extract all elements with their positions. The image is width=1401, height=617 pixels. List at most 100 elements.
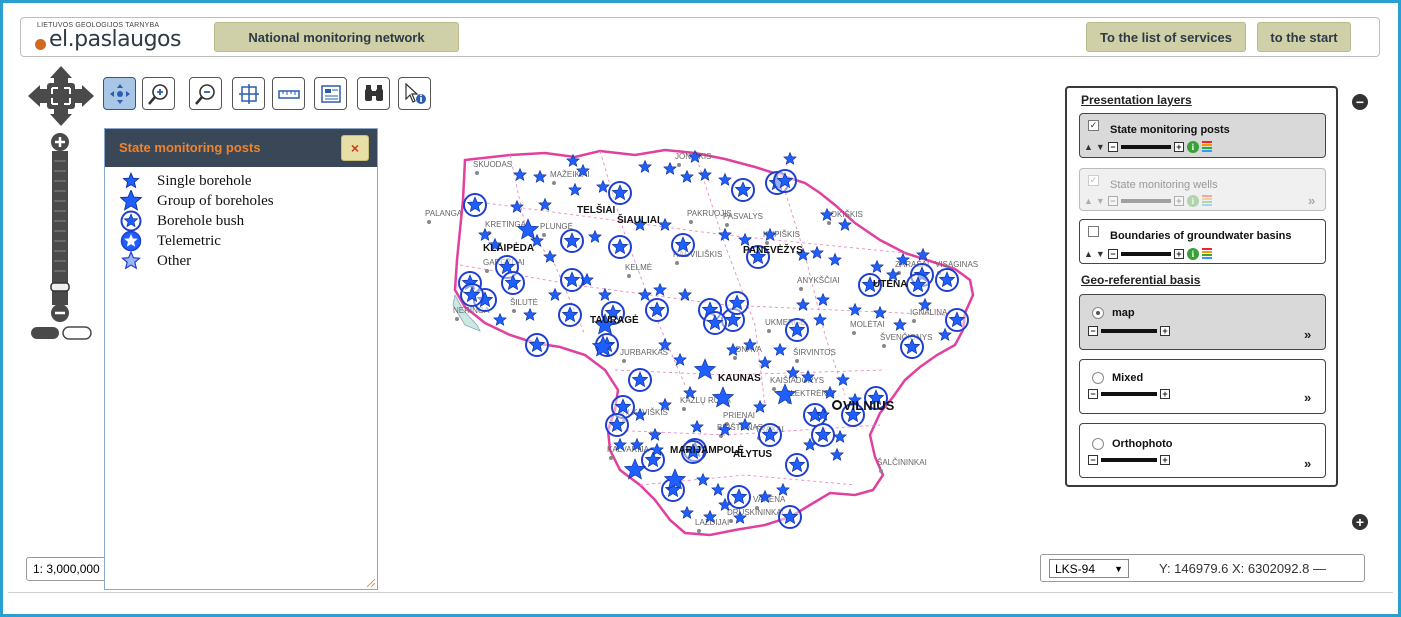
pan-right-button[interactable] xyxy=(75,85,94,107)
layer-checkbox[interactable]: ✓ xyxy=(1088,120,1099,131)
monitoring-post-marker[interactable] xyxy=(703,311,727,335)
monitoring-post-marker[interactable] xyxy=(608,181,632,205)
layer-checkbox[interactable]: ✓ xyxy=(1088,175,1099,186)
layer-checkbox[interactable] xyxy=(1088,226,1099,237)
opacity-slider[interactable] xyxy=(1101,458,1157,462)
base-orthophoto[interactable]: Orthophoto − + » xyxy=(1079,423,1326,478)
expand-chevron-icon[interactable]: » xyxy=(1304,456,1311,471)
monitoring-post-marker[interactable] xyxy=(731,178,755,202)
monitoring-post-marker[interactable] xyxy=(463,193,487,217)
services-button[interactable]: To the list of services xyxy=(1086,22,1246,52)
base-radio[interactable] xyxy=(1092,307,1104,319)
move-up-icon[interactable]: ▲ xyxy=(1084,142,1093,152)
pan-tool-button[interactable] xyxy=(103,77,136,110)
monitoring-post-marker[interactable] xyxy=(628,368,652,392)
zoom-out-tool-button[interactable] xyxy=(189,77,222,110)
logo[interactable]: LIETUVOS GEOLOGIJOS TARNYBA el.paslaugos xyxy=(31,20,221,56)
measure-tool-button[interactable] xyxy=(272,77,305,110)
move-down-icon[interactable]: ▼ xyxy=(1096,142,1105,152)
monitoring-post-marker[interactable] xyxy=(785,318,809,342)
monitoring-post-marker[interactable] xyxy=(727,485,751,509)
pan-left-button[interactable] xyxy=(28,85,47,107)
info-icon[interactable]: i xyxy=(1186,248,1199,260)
pan-down-button[interactable] xyxy=(50,109,72,126)
monitoring-post-marker[interactable] xyxy=(945,308,969,332)
legend-header[interactable]: State monitoring posts × xyxy=(105,129,377,167)
zoom-slider[interactable] xyxy=(50,133,70,323)
monitoring-post-marker[interactable] xyxy=(671,233,695,257)
opacity-increase-icon[interactable]: + xyxy=(1160,389,1170,399)
base-map[interactable]: map − + » xyxy=(1079,294,1326,350)
legend-list-icon[interactable] xyxy=(1201,195,1212,207)
monitoring-post-marker[interactable] xyxy=(560,229,584,253)
move-down-icon[interactable]: ▼ xyxy=(1096,249,1105,259)
opacity-increase-icon[interactable]: + xyxy=(1173,196,1184,206)
legend-close-button[interactable]: × xyxy=(341,135,369,161)
monitoring-post-marker[interactable] xyxy=(558,303,582,327)
legend-list-icon[interactable] xyxy=(1201,141,1212,153)
start-button[interactable]: to the start xyxy=(1257,22,1351,52)
monitoring-post-marker[interactable] xyxy=(783,151,797,165)
opacity-slider[interactable] xyxy=(1120,252,1171,256)
zoom-in-tool-button[interactable] xyxy=(142,77,175,110)
monitoring-post-marker[interactable] xyxy=(525,333,549,357)
monitoring-post-marker[interactable] xyxy=(758,423,782,447)
opacity-slider[interactable] xyxy=(1120,199,1171,203)
opacity-increase-icon[interactable]: + xyxy=(1173,249,1184,259)
search-tool-button[interactable] xyxy=(357,77,390,110)
legend-list-icon[interactable] xyxy=(1201,248,1212,260)
monitoring-post-marker[interactable] xyxy=(906,273,930,297)
info-icon[interactable]: i xyxy=(1186,141,1199,153)
monitoring-post-marker[interactable] xyxy=(725,291,749,315)
monitoring-post-marker[interactable] xyxy=(645,298,669,322)
opacity-decrease-icon[interactable]: − xyxy=(1107,142,1118,152)
move-up-icon[interactable]: ▲ xyxy=(1084,196,1093,206)
projection-select[interactable]: LKS-94 ▼ xyxy=(1049,559,1129,578)
monitoring-post-marker[interactable] xyxy=(608,235,632,259)
expand-chevron-icon[interactable]: » xyxy=(1304,327,1311,342)
full-extent-tool-button[interactable] xyxy=(232,77,265,110)
map-canvas[interactable]: SKUODASMAŽEIKIAIJONIŠKISPALANGAKRETINGAP… xyxy=(425,145,1015,540)
opacity-slider[interactable] xyxy=(1101,329,1157,333)
opacity-decrease-icon[interactable]: − xyxy=(1107,196,1118,206)
identify-tool-button[interactable] xyxy=(398,77,431,110)
monitoring-post-marker[interactable] xyxy=(935,268,959,292)
monitoring-post-marker[interactable] xyxy=(785,453,809,477)
collapse-panel-button[interactable]: − xyxy=(1352,94,1368,110)
monitoring-post-marker[interactable] xyxy=(778,505,802,529)
opacity-increase-icon[interactable]: + xyxy=(1160,326,1170,336)
resize-grip-icon[interactable] xyxy=(367,579,375,587)
monitoring-post-marker[interactable] xyxy=(501,271,525,295)
opacity-increase-icon[interactable]: + xyxy=(1160,455,1170,465)
zoom-extent-icon[interactable] xyxy=(47,83,75,109)
opacity-decrease-icon[interactable]: − xyxy=(1088,455,1098,465)
opacity-decrease-icon[interactable]: − xyxy=(1107,249,1118,259)
opacity-increase-icon[interactable]: + xyxy=(1173,142,1184,152)
expand-panel-button[interactable]: + xyxy=(1352,514,1368,530)
network-button[interactable]: National monitoring network xyxy=(214,22,459,52)
pan-up-button[interactable] xyxy=(50,66,72,83)
move-up-icon[interactable]: ▲ xyxy=(1084,249,1093,259)
base-radio[interactable] xyxy=(1092,372,1104,384)
info-icon[interactable]: i xyxy=(1186,195,1199,207)
monitoring-post-marker[interactable] xyxy=(773,169,797,193)
base-radio[interactable] xyxy=(1092,438,1104,450)
move-down-icon[interactable]: ▼ xyxy=(1096,196,1105,206)
monitoring-post-marker[interactable] xyxy=(900,335,924,359)
scale-field[interactable]: 1: 3,000,000 xyxy=(26,557,106,581)
opacity-slider[interactable] xyxy=(1120,145,1171,149)
opacity-decrease-icon[interactable]: − xyxy=(1088,326,1098,336)
base-mixed[interactable]: Mixed − + » xyxy=(1079,359,1326,414)
monitoring-post-marker[interactable] xyxy=(560,268,584,292)
expand-chevron-icon[interactable]: » xyxy=(1308,193,1315,208)
legend-popup[interactable]: State monitoring posts × Single borehole… xyxy=(104,128,378,590)
layout-tool-button[interactable] xyxy=(314,77,347,110)
expand-chevron-icon[interactable]: » xyxy=(1304,390,1311,405)
monitoring-post-marker[interactable] xyxy=(605,413,629,437)
opacity-slider[interactable] xyxy=(1101,392,1157,396)
opacity-decrease-icon[interactable]: − xyxy=(1088,389,1098,399)
slider-toggle[interactable] xyxy=(30,326,92,340)
zoom-slider-handle[interactable] xyxy=(50,282,70,292)
monitoring-post-marker[interactable] xyxy=(641,448,665,472)
monitoring-post-marker[interactable] xyxy=(460,283,484,307)
